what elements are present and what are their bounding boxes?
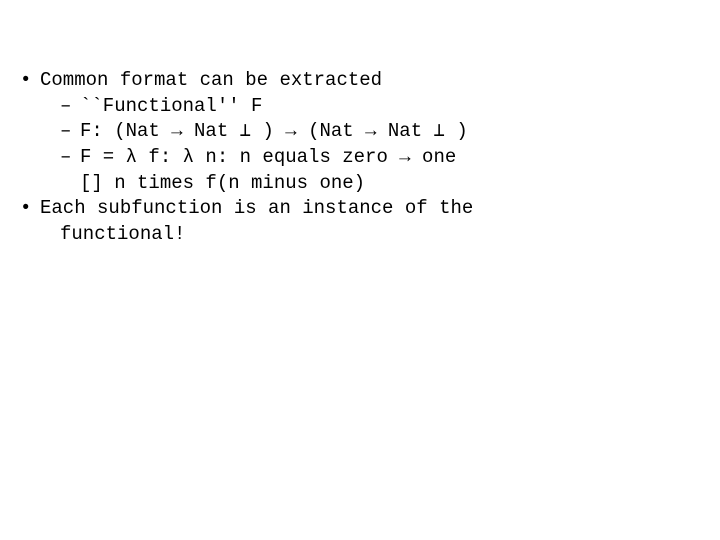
dash-icon: – xyxy=(60,145,80,171)
sub-bullet-item: – F: (Nat → Nat ⊥ ) → (Nat → Nat ⊥ ) xyxy=(20,119,700,145)
bullet-wrap: functional! xyxy=(20,222,700,248)
sub-bullet-text: ``Functional'' F xyxy=(80,94,262,120)
sub-bullet-text: F = λ f: λ n: n equals zero → one xyxy=(80,145,456,171)
bullet-text: Common format can be extracted xyxy=(40,68,382,94)
dash-icon: – xyxy=(60,119,80,145)
bullet-text: Each subfunction is an instance of the xyxy=(40,196,473,222)
bullet-wrap-text: functional! xyxy=(60,223,185,245)
continuation-text: [] n times f(n minus one) xyxy=(80,172,365,194)
bullet-icon: • xyxy=(20,68,40,94)
sub-bullet-text: F: (Nat → Nat ⊥ ) → (Nat → Nat ⊥ ) xyxy=(80,119,468,145)
bullet-item: • Each subfunction is an instance of the xyxy=(20,196,700,222)
slide: • Common format can be extracted – ``Fun… xyxy=(0,0,720,540)
sub-bullet-item: – F = λ f: λ n: n equals zero → one xyxy=(20,145,700,171)
sub-bullet-continuation: [] n times f(n minus one) xyxy=(20,171,700,197)
bullet-item: • Common format can be extracted xyxy=(20,68,700,94)
dash-icon: – xyxy=(60,94,80,120)
sub-bullet-item: – ``Functional'' F xyxy=(20,94,700,120)
bullet-icon: • xyxy=(20,196,40,222)
